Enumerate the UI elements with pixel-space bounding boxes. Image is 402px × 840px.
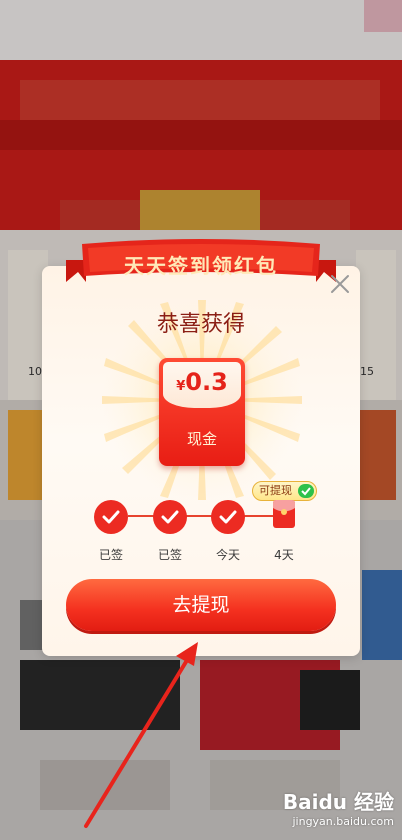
wechat-icon xyxy=(298,484,314,498)
step-checked-icon xyxy=(211,500,245,534)
step-checked-icon xyxy=(94,500,128,534)
currency-symbol: ¥ xyxy=(176,379,186,394)
withdraw-badge-label: 可提现 xyxy=(259,484,292,497)
step-label: 已签 xyxy=(98,548,123,562)
amount-value: 0.3 xyxy=(185,368,228,396)
signin-steps: 已签 已签 今天 4天 xyxy=(94,498,314,568)
baidu-watermark: Baidu 经验 jingyan.baidu.com xyxy=(283,786,394,828)
gift-red-packet-icon xyxy=(273,500,295,528)
steps-connector xyxy=(128,515,278,517)
step-checked-icon xyxy=(153,500,187,534)
withdraw-button[interactable]: 去提现 xyxy=(66,579,336,631)
amount-unit: 现金 xyxy=(186,430,217,448)
step-label: 已签 xyxy=(157,548,182,562)
step-label: 今天 xyxy=(215,548,240,562)
ribbon-title: 天天签到领红包 xyxy=(124,254,278,278)
red-packet: ¥0.3 现金 xyxy=(159,358,245,466)
close-icon xyxy=(331,275,349,293)
step-label: 4天 xyxy=(274,548,294,562)
popup-title: 恭喜获得 xyxy=(156,312,245,337)
watermark-url: jingyan.baidu.com xyxy=(292,815,394,828)
ribbon-title-wrap: 天天签到领红包 xyxy=(66,238,336,282)
close-button[interactable] xyxy=(328,272,352,296)
reward-amount: ¥0.3 xyxy=(159,368,245,396)
annotation-arrow xyxy=(84,642,198,828)
watermark-brand: Baidu 经验 xyxy=(282,790,394,814)
